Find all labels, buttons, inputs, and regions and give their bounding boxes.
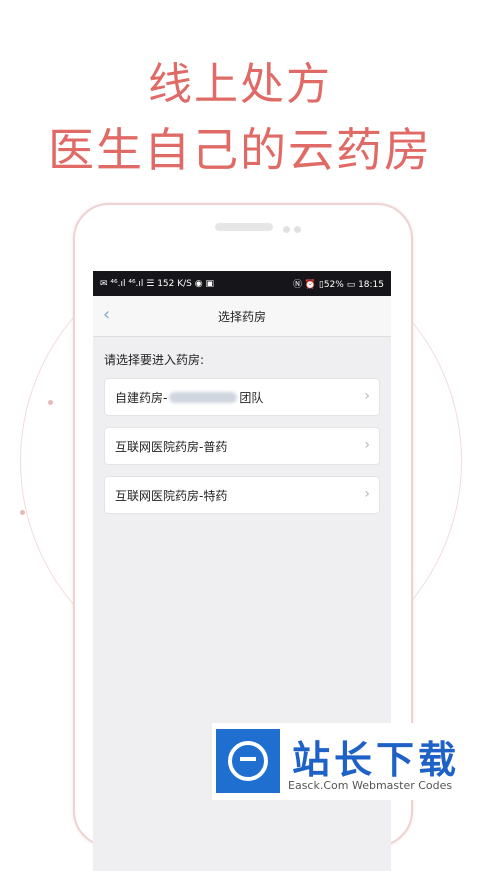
blurred-name-redaction — [169, 391, 238, 403]
chevron-left-icon[interactable]: ‹ — [103, 306, 119, 324]
decorative-dot — [48, 400, 53, 405]
decorative-dot — [20, 510, 25, 515]
phone-speaker — [215, 223, 273, 231]
headline-line-1: 线上处方 — [148, 59, 332, 110]
pharmacy-label: 互联网医院药房-普药 — [115, 439, 228, 454]
headline-line-2: 医生自己的云药房 — [48, 123, 432, 177]
pharmacy-label-suffix: 团队 — [239, 390, 264, 405]
nav-bar: ‹ 选择药房 — [93, 296, 391, 337]
watermark-logo-icon — [216, 729, 280, 793]
status-bar: ✉ ⁴⁶.ıl ⁴⁶.ıl ☰ 152 K/S ◉ ▣ Ⓝ ⏰ ▯52% ▭ 1… — [93, 271, 391, 296]
page-title: 选择药房 — [217, 309, 266, 324]
pharmacy-label-prefix: 自建药房- — [115, 390, 168, 405]
phone-camera-dot — [283, 226, 290, 233]
pharmacy-list: 自建药房- 团队 › 互联网医院药房-普药 › 互联网医院药房-特药 › — [93, 378, 391, 514]
pharmacy-item-self-built[interactable]: 自建药房- 团队 › — [104, 378, 380, 416]
chevron-right-icon: › — [364, 388, 370, 404]
select-pharmacy-prompt: 请选择要进入药房: — [104, 353, 205, 367]
phone-sensor-dot — [294, 226, 301, 233]
status-bar-right: Ⓝ ⏰ ▯52% ▭ 18:15 — [292, 280, 384, 290]
watermark-subtitle: Easck.Com Webmaster Codes — [288, 779, 453, 792]
watermark-title: 站长下载 — [292, 738, 461, 782]
chevron-right-icon: › — [364, 437, 370, 453]
pharmacy-item-general[interactable]: 互联网医院药房-普药 › — [104, 427, 380, 465]
status-bar-left: ✉ ⁴⁶.ıl ⁴⁶.ıl ☰ 152 K/S ◉ ▣ — [100, 278, 214, 289]
pharmacy-label: 互联网医院药房-特药 — [115, 488, 228, 503]
chevron-right-icon: › — [364, 486, 370, 502]
watermark: 站长下载 Easck.Com Webmaster Codes — [212, 723, 480, 800]
watermark-e-icon — [228, 741, 268, 781]
pharmacy-item-special[interactable]: 互联网医院药房-特药 › — [104, 476, 380, 514]
